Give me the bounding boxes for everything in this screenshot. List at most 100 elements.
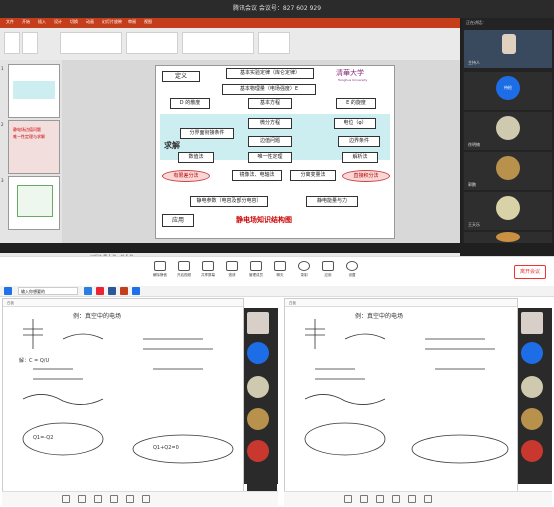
tab-design[interactable]: 设计 bbox=[54, 19, 62, 25]
handwritten-text: Q1+Q2=0 bbox=[153, 445, 179, 451]
invite-icon bbox=[226, 261, 238, 271]
participant-tile[interactable]: 待检 bbox=[464, 72, 552, 110]
manage-members-button[interactable]: 管理成员 bbox=[246, 261, 266, 278]
whiteboard-right[interactable]: 白板 例：真空中的电场 bbox=[284, 298, 518, 492]
avatar bbox=[496, 196, 520, 220]
app-icon[interactable] bbox=[108, 287, 116, 295]
save-icon[interactable] bbox=[424, 495, 432, 503]
app-icon[interactable] bbox=[96, 287, 104, 295]
bvp-box: 边值问题 bbox=[248, 136, 292, 147]
paragraph-group[interactable] bbox=[126, 32, 178, 54]
pen-icon[interactable] bbox=[344, 495, 352, 503]
avatar[interactable] bbox=[521, 312, 543, 334]
avatar[interactable] bbox=[521, 408, 543, 430]
handwritten-text: Q1=-Q2 bbox=[33, 435, 54, 441]
powerpoint-icon[interactable] bbox=[120, 287, 128, 295]
participant-name: 徐明楠 bbox=[468, 142, 480, 147]
avatar[interactable] bbox=[521, 376, 543, 398]
whiteboard-left[interactable]: 白板 例：真空中的电场 解：C = Q/U Q1=-Q2 Q1+Q2=0 bbox=[2, 298, 277, 493]
tab-transitions[interactable]: 切换 bbox=[70, 19, 78, 25]
participant-panel: 正在讲话： 主持人 待检 徐明楠 郭鹏 王天乐 bbox=[462, 18, 554, 243]
thumb-number: 3 bbox=[1, 178, 4, 183]
apps-icon bbox=[322, 261, 334, 271]
participant-tile[interactable]: 郭鹏 bbox=[464, 152, 552, 190]
undo-icon[interactable] bbox=[126, 495, 134, 503]
text-icon[interactable] bbox=[110, 495, 118, 503]
drawing-group[interactable] bbox=[182, 32, 254, 54]
paste-button[interactable] bbox=[4, 32, 20, 54]
tab-view[interactable]: 视图 bbox=[144, 19, 152, 25]
shape-icon[interactable] bbox=[94, 495, 102, 503]
video-button[interactable]: 开启视频 bbox=[174, 261, 194, 278]
avatar[interactable] bbox=[247, 312, 269, 334]
avatar[interactable] bbox=[247, 408, 269, 430]
eraser-icon[interactable] bbox=[360, 495, 368, 503]
leave-meeting-button[interactable]: 离开会议 bbox=[514, 265, 546, 279]
avatar[interactable] bbox=[521, 440, 543, 462]
taskbar: 输入你想要的 bbox=[0, 286, 554, 297]
integral-oval: 直接积分法 bbox=[342, 170, 390, 182]
chat-icon bbox=[274, 261, 286, 271]
handwriting bbox=[304, 319, 509, 464]
avatar[interactable] bbox=[247, 440, 269, 462]
tab-home[interactable]: 开始 bbox=[22, 19, 30, 25]
pen-icon[interactable] bbox=[62, 495, 70, 503]
share-screen-button[interactable]: 共享屏幕 bbox=[198, 261, 218, 278]
thumb-subtitle: 唯一性定理与求解 bbox=[13, 134, 45, 139]
chat-button[interactable]: 聊天 bbox=[270, 261, 290, 278]
members-icon bbox=[250, 261, 262, 271]
slide-thumbnail[interactable]: 静电场边值问题 唯一性定理与求解 bbox=[8, 120, 60, 174]
interface-box: 分界面衔接条件 bbox=[180, 128, 234, 139]
avatar[interactable] bbox=[247, 376, 269, 398]
new-slide-button[interactable] bbox=[22, 32, 38, 54]
participant-tile[interactable]: 王天乐 bbox=[464, 192, 552, 230]
tab-insert[interactable]: 插入 bbox=[38, 19, 46, 25]
mute-button[interactable]: 解除静音 bbox=[150, 261, 170, 278]
editing-group[interactable] bbox=[258, 32, 290, 54]
settings-button[interactable]: 设置 bbox=[342, 261, 362, 278]
start-icon[interactable] bbox=[4, 287, 12, 295]
thumb-title: 静电场边值问题 bbox=[13, 127, 41, 132]
meeting-toolbar: 解除静音 开启视频 共享屏幕 邀请 管理成员 聊天 录制 应用 设置 离开会议 bbox=[0, 256, 554, 287]
separation-box: 分离变量法 bbox=[290, 170, 336, 181]
text-icon[interactable] bbox=[392, 495, 400, 503]
invite-button[interactable]: 邀请 bbox=[222, 261, 242, 278]
differential-box: 微分方程 bbox=[248, 118, 292, 129]
powerpoint-window: 文件 开始 插入 设计 切换 动画 幻灯片放映 审阅 视图 1 2 静电场边值问… bbox=[0, 18, 460, 261]
finite-diff-oval: 有限差分法 bbox=[162, 170, 210, 182]
participant-tile[interactable] bbox=[464, 232, 552, 243]
apps-button[interactable]: 应用 bbox=[318, 261, 338, 278]
save-icon[interactable] bbox=[142, 495, 150, 503]
handwritten-text: 解：C = Q/U bbox=[19, 358, 50, 364]
e-curl-box: E 的旋度 bbox=[336, 98, 376, 109]
camera-icon bbox=[178, 261, 190, 271]
app-icon[interactable] bbox=[84, 287, 92, 295]
participant-video[interactable]: 主持人 bbox=[464, 30, 552, 68]
tab-file[interactable]: 文件 bbox=[6, 19, 14, 25]
font-group[interactable] bbox=[60, 32, 122, 54]
avatar bbox=[496, 156, 520, 180]
avatar bbox=[496, 232, 520, 242]
microphone-icon bbox=[154, 261, 166, 271]
tab-animations[interactable]: 动画 bbox=[86, 19, 94, 25]
avatar[interactable] bbox=[247, 342, 269, 364]
whiteboard-title: 白板 bbox=[285, 299, 517, 307]
basic-law-box: 基本实验定律（库仑定律） bbox=[226, 68, 314, 79]
eraser-icon[interactable] bbox=[78, 495, 86, 503]
record-button[interactable]: 录制 bbox=[294, 261, 314, 278]
slide: 清華大学 Tsinghua University 定义 基本实验定律（库仑定律）… bbox=[155, 65, 395, 239]
avatar[interactable] bbox=[521, 342, 543, 364]
undo-icon[interactable] bbox=[408, 495, 416, 503]
app-icon[interactable] bbox=[132, 287, 140, 295]
slide-thumbnails: 1 2 静电场边值问题 唯一性定理与求解 3 bbox=[0, 60, 63, 243]
handwritten-text: 例：真空中的电场 bbox=[355, 313, 404, 320]
search-input[interactable]: 输入你想要的 bbox=[18, 287, 78, 295]
university-logo: 清華大学 bbox=[336, 69, 364, 77]
slide-thumbnail[interactable] bbox=[8, 176, 60, 230]
tab-slideshow[interactable]: 幻灯片放映 bbox=[102, 19, 122, 25]
shape-icon[interactable] bbox=[376, 495, 384, 503]
capacitance-box: 静电参数（电容及部分电容） bbox=[190, 196, 268, 207]
slide-thumbnail[interactable] bbox=[8, 64, 60, 118]
participant-tile[interactable]: 徐明楠 bbox=[464, 112, 552, 150]
tab-review[interactable]: 审阅 bbox=[128, 19, 136, 25]
